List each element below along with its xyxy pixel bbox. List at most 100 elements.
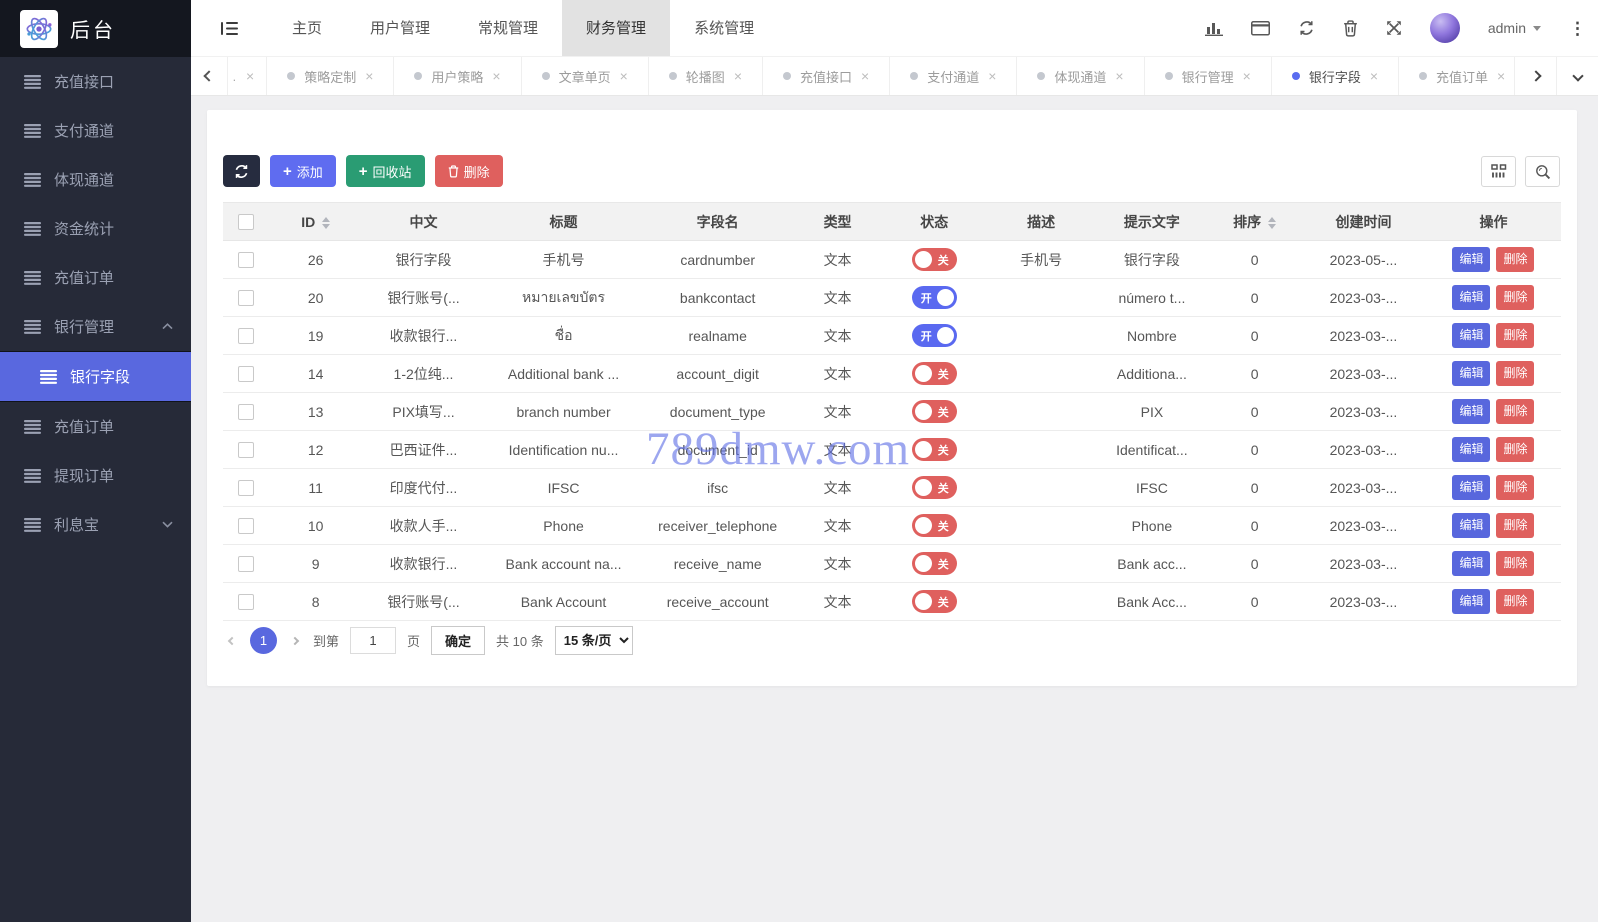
trash-icon[interactable] bbox=[1343, 20, 1358, 37]
row-checkbox[interactable] bbox=[238, 366, 254, 382]
sidebar-item[interactable]: 利息宝 bbox=[0, 500, 191, 549]
confirm-button[interactable]: 确定 bbox=[431, 626, 485, 655]
sort-icon[interactable] bbox=[1268, 217, 1276, 229]
row-delete-button[interactable]: 删除 bbox=[1496, 513, 1534, 537]
close-icon[interactable]: × bbox=[246, 69, 254, 83]
close-icon[interactable]: × bbox=[365, 69, 373, 83]
status-toggle[interactable]: 关 bbox=[912, 476, 957, 499]
delete-button[interactable]: 删除 bbox=[435, 155, 503, 187]
edit-button[interactable]: 编辑 bbox=[1452, 551, 1490, 575]
row-checkbox[interactable] bbox=[238, 328, 254, 344]
avatar[interactable] bbox=[1430, 13, 1460, 43]
columns-toggle-button[interactable] bbox=[1481, 156, 1516, 187]
sort-icon[interactable] bbox=[322, 217, 330, 229]
status-toggle[interactable]: 关 bbox=[912, 438, 957, 461]
refresh-button[interactable] bbox=[223, 155, 260, 187]
close-icon[interactable]: × bbox=[1497, 69, 1505, 83]
sidebar-item[interactable]: 充值订单 bbox=[0, 402, 191, 451]
row-checkbox[interactable] bbox=[238, 252, 254, 268]
tabs-menu-button[interactable] bbox=[1556, 57, 1598, 95]
tab-item[interactable]: 策略定制× bbox=[266, 57, 393, 95]
sidebar-subitem[interactable]: 银行字段 bbox=[0, 352, 191, 401]
row-delete-button[interactable]: 删除 bbox=[1496, 437, 1534, 461]
sidebar-item[interactable]: 充值接口 bbox=[0, 57, 191, 106]
status-toggle[interactable]: 开 bbox=[912, 286, 957, 309]
tab-item[interactable]: 银行字段× bbox=[1271, 57, 1398, 95]
row-delete-button[interactable]: 删除 bbox=[1496, 399, 1534, 423]
row-delete-button[interactable]: 删除 bbox=[1496, 589, 1534, 613]
nav-item[interactable]: 常规管理 bbox=[454, 0, 562, 56]
prev-page-button[interactable] bbox=[225, 634, 239, 648]
sidebar-item[interactable]: 银行管理 bbox=[0, 302, 191, 351]
credit-card-icon[interactable] bbox=[1251, 21, 1270, 36]
goto-page-input[interactable] bbox=[350, 627, 396, 654]
status-toggle[interactable]: 开 bbox=[912, 324, 957, 347]
status-toggle[interactable]: 关 bbox=[912, 590, 957, 613]
row-checkbox[interactable] bbox=[238, 404, 254, 420]
nav-item[interactable]: 系统管理 bbox=[670, 0, 778, 56]
user-menu[interactable]: admin bbox=[1488, 20, 1541, 36]
edit-button[interactable]: 编辑 bbox=[1452, 513, 1490, 537]
close-icon[interactable]: × bbox=[1115, 69, 1123, 83]
row-checkbox[interactable] bbox=[238, 442, 254, 458]
edit-button[interactable]: 编辑 bbox=[1452, 323, 1490, 347]
edit-button[interactable]: 编辑 bbox=[1452, 361, 1490, 385]
close-icon[interactable]: × bbox=[620, 69, 628, 83]
status-toggle[interactable]: 关 bbox=[912, 248, 957, 271]
sidebar-item[interactable]: 体现通道 bbox=[0, 155, 191, 204]
close-icon[interactable]: × bbox=[492, 69, 500, 83]
tab-item[interactable]: 体现通道× bbox=[1016, 57, 1143, 95]
edit-button[interactable]: 编辑 bbox=[1452, 475, 1490, 499]
sidebar-item[interactable]: 充值订单 bbox=[0, 253, 191, 302]
status-toggle[interactable]: 关 bbox=[912, 362, 957, 385]
tab-item[interactable]: 文章单页× bbox=[521, 57, 648, 95]
status-toggle[interactable]: 关 bbox=[912, 552, 957, 575]
row-delete-button[interactable]: 删除 bbox=[1496, 285, 1534, 309]
tab-item[interactable]: 充值订单× bbox=[1398, 57, 1514, 95]
tab-item[interactable]: 用户策略× bbox=[393, 57, 520, 95]
close-icon[interactable]: × bbox=[1243, 69, 1251, 83]
edit-button[interactable]: 编辑 bbox=[1452, 589, 1490, 613]
recycle-bin-button[interactable]: + 回收站 bbox=[346, 155, 425, 187]
row-delete-button[interactable]: 删除 bbox=[1496, 323, 1534, 347]
sidebar-item[interactable]: 支付通道 bbox=[0, 106, 191, 155]
tabs-scroll-right-button[interactable] bbox=[1514, 57, 1556, 95]
close-icon[interactable]: × bbox=[861, 69, 869, 83]
status-toggle[interactable]: 关 bbox=[912, 400, 957, 423]
tab-item[interactable]: 支付通道× bbox=[889, 57, 1016, 95]
row-checkbox[interactable] bbox=[238, 518, 254, 534]
kebab-menu-icon[interactable]: ⋮ bbox=[1569, 20, 1586, 37]
tab-item[interactable]: 轮播图× bbox=[648, 57, 762, 95]
row-checkbox[interactable] bbox=[238, 594, 254, 610]
tab-item[interactable]: 银行管理× bbox=[1144, 57, 1271, 95]
row-delete-button[interactable]: 删除 bbox=[1496, 247, 1534, 271]
edit-button[interactable]: 编辑 bbox=[1452, 399, 1490, 423]
page-size-select[interactable]: 15 条/页 bbox=[555, 626, 633, 655]
select-all-checkbox[interactable] bbox=[238, 214, 254, 230]
tabs-scroll-left-button[interactable] bbox=[191, 57, 227, 95]
edit-button[interactable]: 编辑 bbox=[1452, 285, 1490, 309]
close-icon[interactable]: × bbox=[988, 69, 996, 83]
close-icon[interactable]: × bbox=[1370, 69, 1378, 83]
row-checkbox[interactable] bbox=[238, 290, 254, 306]
tab-item[interactable]: …× bbox=[227, 57, 266, 95]
close-icon[interactable]: × bbox=[734, 69, 742, 83]
nav-item[interactable]: 财务管理 bbox=[562, 0, 670, 56]
row-checkbox[interactable] bbox=[238, 556, 254, 572]
row-delete-button[interactable]: 删除 bbox=[1496, 551, 1534, 575]
row-delete-button[interactable]: 删除 bbox=[1496, 475, 1534, 499]
nav-item[interactable]: 主页 bbox=[268, 0, 346, 56]
next-page-button[interactable] bbox=[288, 634, 302, 648]
sidebar-item[interactable]: 资金统计 bbox=[0, 204, 191, 253]
edit-button[interactable]: 编辑 bbox=[1452, 247, 1490, 271]
refresh-icon[interactable] bbox=[1298, 20, 1315, 36]
search-button[interactable] bbox=[1525, 156, 1560, 187]
fullscreen-icon[interactable] bbox=[1386, 20, 1402, 36]
bar-chart-icon[interactable] bbox=[1205, 20, 1223, 36]
page-1-button[interactable]: 1 bbox=[250, 627, 277, 654]
status-toggle[interactable]: 关 bbox=[912, 514, 957, 537]
sidebar-item[interactable]: 提现订单 bbox=[0, 451, 191, 500]
tab-item[interactable]: 充值接口× bbox=[762, 57, 889, 95]
row-checkbox[interactable] bbox=[238, 480, 254, 496]
add-button[interactable]: + 添加 bbox=[270, 155, 336, 187]
